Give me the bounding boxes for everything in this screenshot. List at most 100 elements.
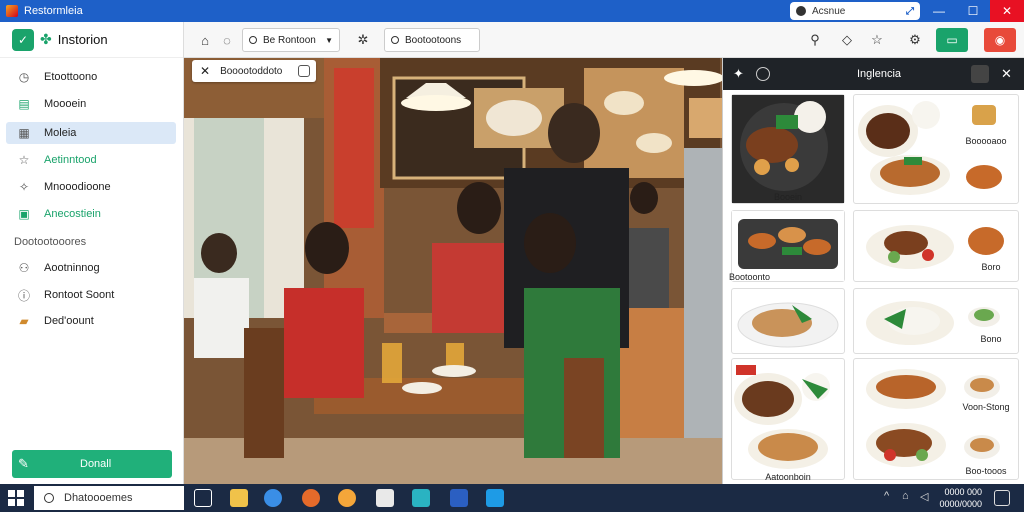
location-select-value: Be Rontoon	[263, 34, 316, 46]
sidebar-item-6[interactable]: ▣ Anecostiein	[6, 203, 176, 225]
volume-icon[interactable]: ◁	[920, 490, 928, 503]
dish-image	[866, 369, 1000, 467]
dish-label: Booein	[773, 192, 803, 202]
bookmark-icon[interactable]: ◇	[838, 31, 856, 49]
minimize-button[interactable]: —	[922, 0, 956, 22]
dish-label: Aatoonboin	[765, 472, 811, 482]
globe-icon[interactable]	[755, 67, 770, 81]
clock-date: 0000/0000	[939, 499, 982, 509]
dish-card[interactable]	[731, 358, 845, 480]
panel-header: ✦ Inglencia ✕	[723, 58, 1024, 90]
sidebar-section-item-3[interactable]: ▰ Ded'oount	[6, 310, 176, 332]
close-button[interactable]: ✕	[990, 0, 1024, 22]
word-icon[interactable]	[450, 489, 468, 507]
dish-label: Bono	[980, 334, 1002, 344]
chevron-down-icon: ▼	[325, 35, 333, 45]
avatar-icon	[796, 6, 806, 16]
copy-icon[interactable]	[971, 65, 989, 83]
gear-icon[interactable]: ⚙	[906, 31, 924, 49]
dish-label: Boo-tooos	[965, 466, 1007, 476]
sidebar-item-1[interactable]: ◷ Etoottoono	[6, 66, 176, 88]
network-icon[interactable]: ⌂	[902, 490, 909, 502]
sidebar-item-label: Mnooodioone	[44, 181, 111, 193]
mail-icon[interactable]	[486, 489, 504, 507]
dish-card[interactable]	[731, 288, 845, 354]
home-icon[interactable]: ⌂	[196, 31, 214, 49]
photo-label: Booootoddoto	[220, 65, 283, 77]
new-button[interactable]: ✎ Donall	[12, 450, 172, 478]
sidebar-item-label: Ded'oount	[44, 315, 94, 327]
panel-title: Inglencia	[857, 68, 902, 80]
app-icon[interactable]	[412, 489, 430, 507]
title-bar: Restormleia Acsnue ⤢ — ☐ ✕	[0, 0, 1024, 22]
sidebar-item-2[interactable]: ▤ Moooein	[6, 93, 176, 115]
dish-card[interactable]	[853, 94, 1019, 204]
sidebar-item-label: Aootninnog	[44, 262, 100, 274]
window-title: Restormleia	[24, 5, 83, 17]
dish-panel: ✦ Inglencia ✕ Booein Bootoonto Aatoonboi…	[722, 58, 1024, 484]
view-button[interactable]: ◉	[984, 28, 1016, 52]
maximize-button[interactable]: ☐	[956, 0, 990, 22]
shield-icon: ✓	[12, 28, 34, 51]
store-icon[interactable]	[376, 489, 394, 507]
star-icon[interactable]: ☆	[868, 31, 886, 49]
title-search[interactable]: Acsnue ⤢	[790, 2, 920, 20]
expand-icon: ⤢	[906, 5, 914, 17]
sidebar-item-5[interactable]: ✧ Mnooodioone	[6, 176, 176, 198]
sidebar-item-label: Rontoot Soont	[44, 289, 115, 301]
leaf-icon: ✤	[40, 31, 52, 47]
task-view-icon[interactable]	[194, 489, 212, 507]
photo-label-chip[interactable]: ✕ Booootoddoto	[192, 60, 316, 82]
chrome-icon[interactable]	[338, 489, 356, 507]
edge-icon[interactable]	[264, 489, 282, 507]
dish-label: Voon-Stong	[962, 402, 1010, 412]
chat-icon[interactable]: ◌	[218, 31, 236, 49]
chevron-up-icon[interactable]: ^	[884, 490, 889, 502]
info-icon: ⓘ	[17, 288, 30, 303]
restaurant-photo: ✕ Booootoddoto	[184, 58, 722, 484]
notifications-icon[interactable]	[994, 490, 1010, 506]
close-icon[interactable]: ✕	[200, 64, 210, 78]
new-button-label: Donall	[80, 458, 112, 470]
apps-icon[interactable]: ✦	[733, 66, 744, 82]
browser-icon[interactable]	[302, 489, 320, 507]
copy-icon[interactable]	[298, 65, 310, 77]
windows-start-icon[interactable]	[8, 490, 24, 506]
title-search-label: Acsnue	[812, 5, 846, 17]
table-icon: ▦	[18, 126, 30, 140]
edit-icon: ✎	[18, 456, 29, 471]
sidebar: ✓ ✤ Instorion ◷ Etoottoono ▤ Moooein ▦ M…	[0, 22, 184, 484]
dish-card[interactable]	[853, 358, 1019, 480]
location-select[interactable]: Be Rontoon ▼	[242, 28, 340, 52]
taskbar-search[interactable]: Dhatoooemes	[34, 486, 184, 510]
dish-card[interactable]	[731, 94, 845, 204]
brand: ✓ ✤ Instorion	[0, 22, 183, 58]
settings-icon[interactable]: ✲	[354, 31, 372, 49]
share-button[interactable]: ▭	[936, 28, 968, 52]
dish-card[interactable]	[853, 288, 1019, 354]
app-window: Restormleia Acsnue ⤢ — ☐ ✕ ✓ ✤ Instorion…	[0, 0, 1024, 512]
sidebar-item-label: Anecostiein	[44, 208, 101, 220]
dish-image	[858, 101, 1002, 195]
folder-icon[interactable]	[230, 489, 248, 507]
sidebar-item-3[interactable]: ▦ Moleia	[6, 122, 176, 144]
dish-image	[734, 365, 830, 469]
toolbar: ⌂ ◌ Be Rontoon ▼ ✲ Bootootoons ⚲ ◇ ☆ ⚙ ▭…	[184, 22, 1024, 58]
sidebar-section-item-2[interactable]: ⓘ Rontoot Soont	[6, 284, 176, 306]
filter-field[interactable]: Bootootoons	[384, 28, 480, 52]
sidebar-section-item-1[interactable]: ⚇ Aootninnog	[6, 257, 176, 279]
dish-image	[737, 302, 839, 348]
circle-icon	[249, 36, 257, 44]
grid-icon: ▣	[18, 207, 30, 221]
sidebar-item-4[interactable]: ☆ Aetinntood	[6, 149, 176, 171]
clock-time: 0000 000	[944, 487, 982, 497]
brand-name: Instorion	[57, 32, 108, 47]
bread-icon: ▰	[19, 314, 29, 328]
search-icon[interactable]: ⚲	[806, 31, 824, 49]
sidebar-item-label: Moleia	[44, 127, 77, 139]
circle-icon	[391, 36, 399, 44]
section-header: Dootootooores	[14, 236, 87, 248]
system-clock[interactable]: 0000 000 0000/0000	[938, 486, 982, 510]
sidebar-item-label: Aetinntood	[44, 154, 97, 166]
close-icon[interactable]: ✕	[1001, 66, 1012, 82]
